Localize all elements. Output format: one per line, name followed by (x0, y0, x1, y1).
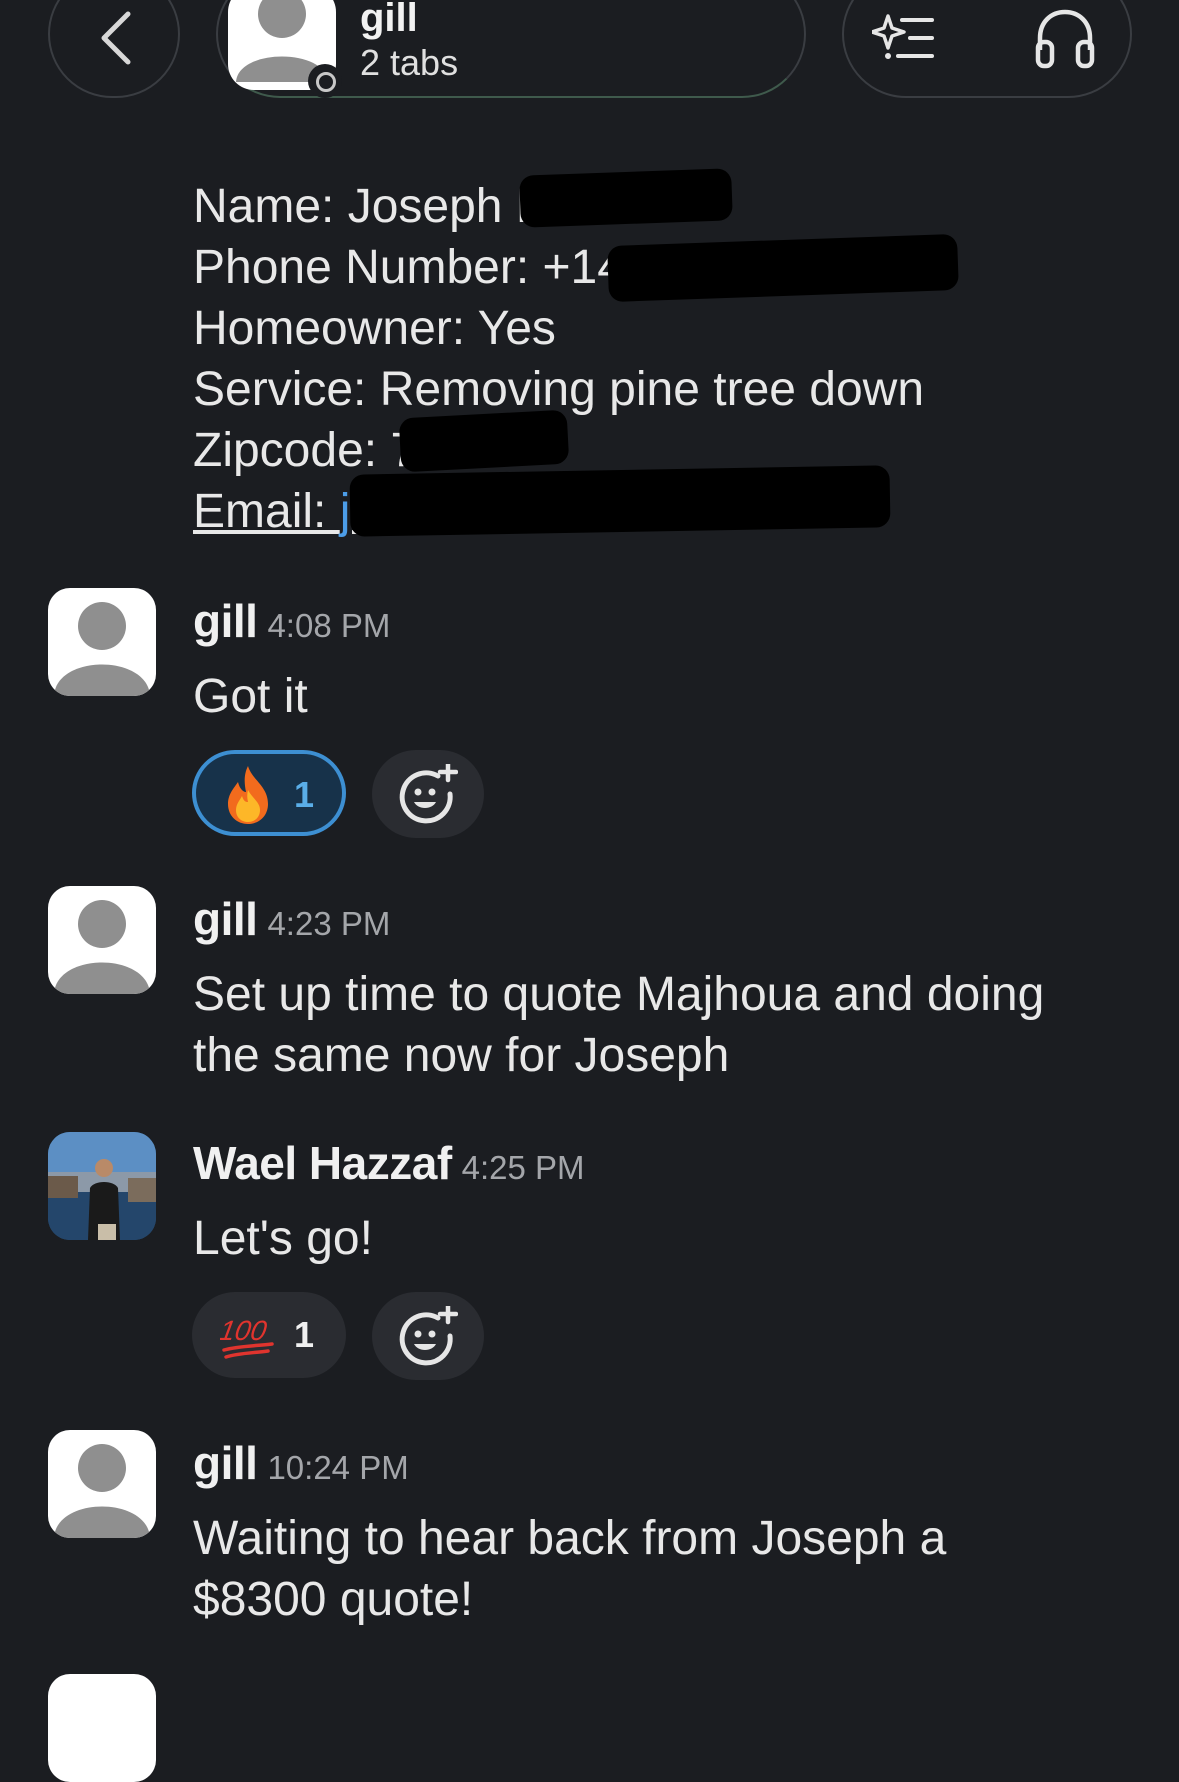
redaction-mark (349, 465, 891, 537)
add-reaction-button[interactable] (372, 750, 484, 838)
message-time: 10:24 PM (267, 1449, 409, 1486)
message-text-line: $8300 quote! (193, 1573, 474, 1626)
message-author[interactable]: gill (193, 595, 258, 647)
avatar[interactable] (48, 588, 156, 696)
message-meta: gill 4:08 PM (193, 594, 390, 648)
channel-subtitle: 2 tabs (360, 42, 459, 83)
reaction-count: 1 (294, 1314, 315, 1355)
message-time: 4:08 PM (267, 607, 391, 644)
message-text-line: Waiting to hear back from Joseph a (193, 1512, 947, 1565)
message-text: Let's go! (193, 1212, 373, 1265)
avatar[interactable] (48, 1132, 156, 1240)
lead-email-label: Email: (193, 485, 340, 538)
svg-text:100: 100 (220, 1314, 270, 1346)
fire-emoji-icon (228, 766, 268, 824)
message-meta: gill 4:23 PM (193, 892, 390, 946)
message-author[interactable]: gill (193, 1437, 258, 1489)
huddle-button[interactable] (1034, 8, 1096, 75)
redaction-mark (398, 409, 570, 473)
message-time: 4:25 PM (461, 1149, 585, 1186)
redaction-mark (519, 168, 733, 228)
message-meta: gill 10:24 PM (193, 1436, 409, 1490)
user-silhouette-icon (54, 1444, 150, 1538)
channel-name: gill (360, 0, 418, 40)
message-text: Waiting to hear back from Joseph a $8300… (193, 1508, 946, 1630)
message-author[interactable]: Wael Hazzaf (193, 1137, 452, 1189)
add-reaction-icon (399, 764, 458, 824)
reaction-hundred[interactable]: 100 1 (192, 1292, 346, 1378)
chevron-left-icon (101, 11, 131, 65)
ai-summary-button[interactable] (870, 6, 936, 75)
avatar[interactable] (48, 1674, 156, 1782)
message-text-line: the same now for Joseph (193, 1029, 730, 1082)
top-bar: gill 2 tabs (0, 0, 1179, 110)
message-time: 4:23 PM (267, 905, 391, 942)
reaction-count: 1 (294, 774, 315, 815)
sparkle-list-icon (870, 14, 934, 59)
message-text-line: Set up time to quote Majhoua and doing (193, 968, 1045, 1021)
avatar[interactable] (48, 886, 156, 994)
reaction-fire[interactable]: 1 (192, 750, 346, 836)
user-silhouette-icon (54, 602, 150, 696)
back-button[interactable] (48, 0, 180, 98)
lead-homeowner: Homeowner: Yes (193, 302, 556, 355)
hundred-points-emoji-icon: 100 (220, 1314, 274, 1359)
message-text: Set up time to quote Majhoua and doing t… (193, 964, 1044, 1086)
user-silhouette-icon (54, 900, 150, 994)
avatar[interactable] (48, 1430, 156, 1538)
add-reaction-button[interactable] (372, 1292, 484, 1380)
add-reaction-icon (399, 1306, 458, 1366)
profile-photo (48, 1132, 156, 1240)
headphones-icon (1035, 9, 1095, 69)
message-meta: Wael Hazzaf 4:25 PM (193, 1136, 585, 1190)
message-text: Got it (193, 670, 308, 723)
message-author[interactable]: gill (193, 893, 258, 945)
presence-status-icon (308, 64, 342, 98)
